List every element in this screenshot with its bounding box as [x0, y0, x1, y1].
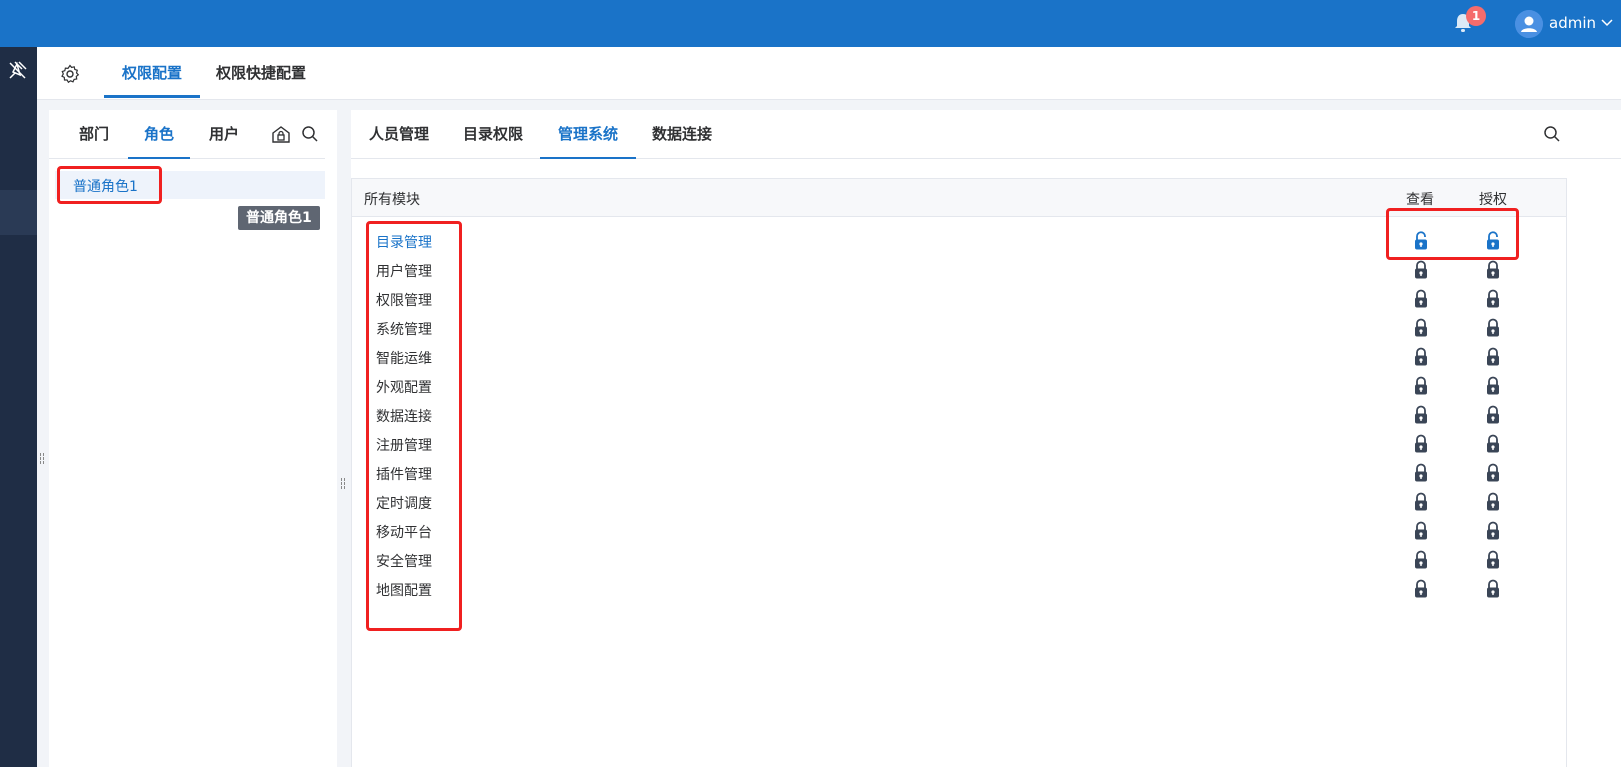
table-row: 定时调度 — [352, 488, 1566, 517]
highlight-box-locks — [1386, 208, 1519, 260]
table-row: 安全管理 — [352, 546, 1566, 575]
grant-lock-icon[interactable] — [1485, 318, 1501, 338]
module-permission-table: 所有模块 查看 授权 目录管理 用户管理 权限管理 系统管理 智能运维 外观配置 数据连接注… — [351, 178, 1567, 767]
view-lock-icon[interactable] — [1413, 463, 1429, 483]
tab-role[interactable]: 角色 — [127, 110, 191, 159]
view-lock-icon[interactable] — [1413, 376, 1429, 396]
column-header-view: 查看 — [1406, 192, 1434, 208]
tab-personnel-management[interactable]: 人员管理 — [369, 110, 429, 158]
view-lock-icon[interactable] — [1413, 289, 1429, 309]
top-navbar: 1 admin — [0, 0, 1621, 47]
tab-permission-quick-config[interactable]: 权限快捷配置 — [216, 47, 306, 99]
highlight-box-modules — [366, 221, 462, 631]
left-resize-handle[interactable] — [40, 453, 44, 467]
tab-management-system[interactable]: 管理系统 — [539, 110, 637, 159]
tab-directory-permission[interactable]: 目录权限 — [463, 110, 523, 158]
view-lock-icon[interactable] — [1413, 318, 1429, 338]
table-row: 目录管理 — [352, 227, 1566, 256]
grant-lock-icon[interactable] — [1485, 405, 1501, 425]
chevron-down-icon[interactable] — [1600, 16, 1614, 30]
org-panel: 部门 角色 用户 普通角色1 普通角色1 — [49, 110, 337, 767]
table-row: 插件管理 — [352, 459, 1566, 488]
table-row: 地图配置 — [352, 575, 1566, 604]
table-row: 权限管理 — [352, 285, 1566, 314]
left-rail — [0, 47, 37, 767]
tab-user[interactable]: 用户 — [209, 110, 239, 158]
table-row: 系统管理 — [352, 314, 1566, 343]
table-row: 智能运维 — [352, 343, 1566, 372]
search-icon[interactable] — [301, 125, 319, 143]
username-label[interactable]: admin — [1549, 14, 1596, 32]
table-header: 所有模块 查看 授权 — [352, 179, 1566, 217]
tab-permission-config[interactable]: 权限配置 — [103, 47, 201, 99]
view-lock-icon[interactable] — [1413, 434, 1429, 454]
page-tab-bar: 权限配置 权限快捷配置 — [37, 47, 1621, 100]
column-header-module: 所有模块 — [364, 192, 420, 208]
permission-tabs: 人员管理 目录权限 管理系统 数据连接 — [351, 110, 1621, 159]
highlight-box-role — [57, 166, 162, 204]
view-lock-icon[interactable] — [1413, 260, 1429, 280]
view-lock-icon[interactable] — [1413, 521, 1429, 541]
grant-lock-icon[interactable] — [1485, 376, 1501, 396]
grant-lock-icon[interactable] — [1485, 347, 1501, 367]
grant-lock-icon[interactable] — [1485, 579, 1501, 599]
notification-badge: 1 — [1466, 6, 1486, 26]
grant-lock-icon[interactable] — [1485, 492, 1501, 512]
table-row: 外观配置 — [352, 372, 1566, 401]
view-lock-icon[interactable] — [1413, 405, 1429, 425]
view-lock-icon[interactable] — [1413, 550, 1429, 570]
org-tabs: 部门 角色 用户 — [49, 110, 325, 159]
table-row: 注册管理 — [352, 430, 1566, 459]
role-tooltip: 普通角色1 — [238, 206, 320, 230]
rail-active-item[interactable] — [0, 190, 37, 235]
user-avatar-icon[interactable] — [1515, 10, 1543, 38]
tab-data-connection[interactable]: 数据连接 — [652, 110, 712, 158]
panel-resize-handle[interactable] — [341, 478, 345, 492]
grant-lock-icon[interactable] — [1485, 463, 1501, 483]
search-icon[interactable] — [1543, 125, 1561, 143]
tab-department[interactable]: 部门 — [79, 110, 109, 158]
grant-lock-icon[interactable] — [1485, 550, 1501, 570]
table-row: 用户管理 — [352, 256, 1566, 285]
view-lock-icon[interactable] — [1413, 347, 1429, 367]
unpin-icon[interactable] — [7, 59, 29, 81]
view-lock-icon[interactable] — [1413, 579, 1429, 599]
lock-building-icon[interactable] — [271, 124, 291, 144]
grant-lock-icon[interactable] — [1485, 521, 1501, 541]
gear-icon[interactable] — [60, 64, 80, 84]
table-row: 移动平台 — [352, 517, 1566, 546]
table-row: 数据连接 — [352, 401, 1566, 430]
column-header-grant: 授权 — [1479, 192, 1507, 208]
view-lock-icon[interactable] — [1413, 492, 1429, 512]
grant-lock-icon[interactable] — [1485, 260, 1501, 280]
grant-lock-icon[interactable] — [1485, 434, 1501, 454]
grant-lock-icon[interactable] — [1485, 289, 1501, 309]
